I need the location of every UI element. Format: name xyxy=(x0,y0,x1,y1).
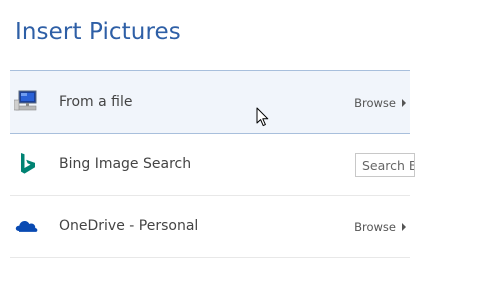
bing-search-field[interactable] xyxy=(355,153,415,177)
source-row-onedrive-personal[interactable]: OneDrive - Personal Browse xyxy=(10,196,410,258)
chevron-right-icon xyxy=(402,223,406,231)
source-row-from-file[interactable]: From a file Browse xyxy=(10,70,410,134)
browse-label: Browse xyxy=(354,220,396,234)
browse-button-onedrive[interactable]: Browse xyxy=(354,220,406,234)
dialog-title: Insert Pictures xyxy=(15,19,181,45)
source-label-from-file: From a file xyxy=(59,94,133,110)
browse-button-from-file[interactable]: Browse xyxy=(354,96,406,110)
chevron-right-icon xyxy=(402,99,406,107)
onedrive-cloud-icon xyxy=(14,213,40,239)
source-label-onedrive-personal: OneDrive - Personal xyxy=(59,218,199,234)
bing-search-input[interactable] xyxy=(356,154,414,176)
picture-source-list: From a file Browse Bing Image Search One… xyxy=(10,70,415,258)
computer-monitor-icon xyxy=(13,88,40,114)
browse-label: Browse xyxy=(354,96,396,110)
source-label-bing-image-search: Bing Image Search xyxy=(59,156,192,172)
bing-logo-icon xyxy=(14,151,40,177)
source-row-bing-image-search[interactable]: Bing Image Search xyxy=(10,134,415,196)
